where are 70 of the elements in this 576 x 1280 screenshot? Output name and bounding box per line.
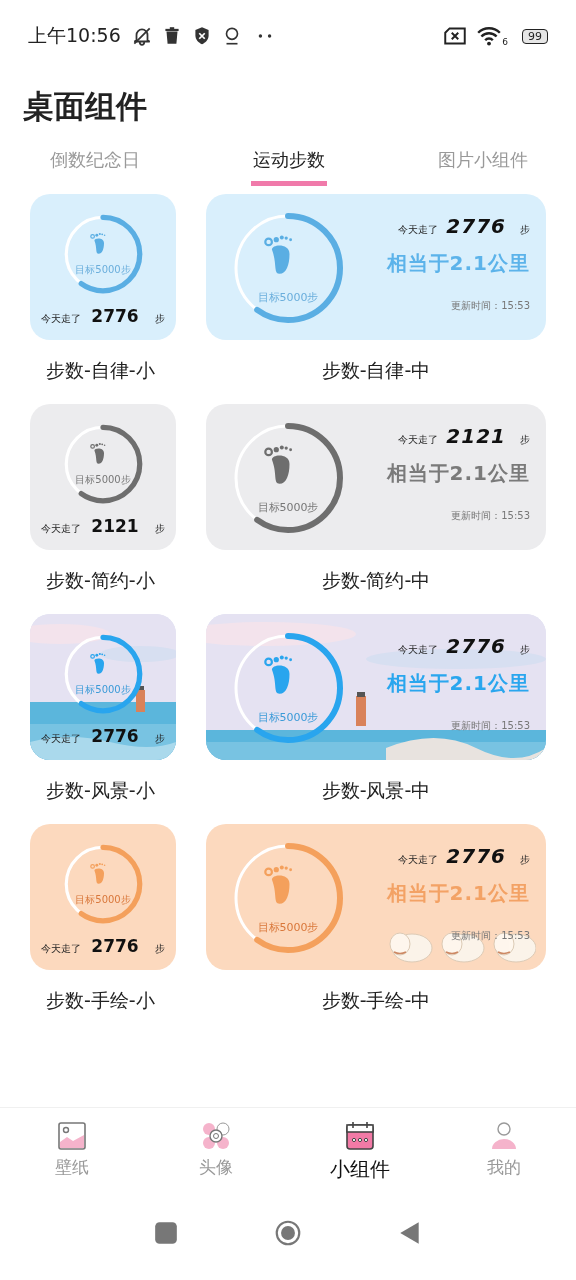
unit-label: 步 xyxy=(154,942,165,956)
goal-text: 目标5000步 xyxy=(74,263,132,277)
update-time: 更新时间：15:53 xyxy=(451,929,530,943)
widget-caption: 步数-简约-中 xyxy=(321,568,431,593)
distance-text: 相当于2.1公里 xyxy=(386,460,530,487)
unit-label: 步 xyxy=(154,522,165,536)
walked-label: 今天走了 xyxy=(398,223,439,237)
more-icon xyxy=(256,32,273,40)
unit-label: 步 xyxy=(154,312,165,326)
step-widget[interactable]: 目标5000步 今天走了 2776 步 相当于2.1公里 更新时间：15:53 xyxy=(206,614,546,760)
widget-caption: 步数-简约-小 xyxy=(46,568,156,593)
goal-text: 目标5000步 xyxy=(74,473,132,487)
step-widget[interactable]: 目标5000步 今天走了 2121 步 相当于2.1公里 更新时间：15:53 xyxy=(206,404,546,550)
nav-tab[interactable]: 小组件 xyxy=(288,1120,432,1220)
recents-button[interactable] xyxy=(153,1220,179,1246)
walked-label: 今天走了 xyxy=(41,522,82,536)
widget-caption: 步数-风景-中 xyxy=(321,778,431,803)
widget-caption: 步数-自律-中 xyxy=(321,358,431,383)
walked-label: 今天走了 xyxy=(398,853,439,867)
unit-label: 步 xyxy=(520,643,530,657)
walked-label: 今天走了 xyxy=(41,732,82,746)
step-count: 2776 xyxy=(446,214,506,238)
step-widget[interactable]: 目标5000步 今天走了 2776 步 相当于2.1公里 更新时间：15:53 xyxy=(206,824,546,970)
walked-label: 今天走了 xyxy=(41,312,82,326)
wifi-icon xyxy=(476,25,503,47)
image-icon xyxy=(56,1120,88,1152)
step-count: 2776 xyxy=(91,306,139,326)
home-button[interactable] xyxy=(275,1220,301,1246)
goal-text: 目标5000步 xyxy=(256,710,320,725)
goal-text: 目标5000步 xyxy=(256,500,320,515)
step-count: 2776 xyxy=(91,936,139,956)
wifi-level-text: 6 xyxy=(502,37,508,47)
widget-caption: 步数-手绘-小 xyxy=(46,988,156,1013)
step-count: 2776 xyxy=(446,844,506,868)
tab[interactable]: 运动步数 xyxy=(251,144,327,186)
battery-indicator: 99 xyxy=(522,28,548,44)
step-widget[interactable]: 目标5000步 今天走了 2776 步 xyxy=(30,824,176,970)
goal-text: 目标5000步 xyxy=(74,683,132,697)
step-count: 2121 xyxy=(446,424,506,448)
no-sim-icon xyxy=(442,25,469,47)
walked-label: 今天走了 xyxy=(398,433,439,447)
step-widget[interactable]: 目标5000步 今天走了 2121 步 xyxy=(30,404,176,550)
walked-label: 今天走了 xyxy=(41,942,82,956)
distance-text: 相当于2.1公里 xyxy=(386,880,530,907)
step-count: 2776 xyxy=(446,634,506,658)
widget-caption: 步数-自律-小 xyxy=(46,358,156,383)
widget-caption: 步数-风景-小 xyxy=(46,778,156,803)
step-count: 2776 xyxy=(91,726,139,746)
goal-text: 目标5000步 xyxy=(256,920,320,935)
page-title: 桌面组件 xyxy=(23,87,148,126)
step-widget[interactable]: 目标5000步 今天走了 2776 步 xyxy=(30,194,176,340)
step-widget[interactable]: 目标5000步 今天走了 2776 步 相当于2.1公里 更新时间：15:53 xyxy=(206,194,546,340)
distance-text: 相当于2.1公里 xyxy=(386,670,530,697)
calendar-icon xyxy=(344,1120,376,1152)
update-time: 更新时间：15:53 xyxy=(451,299,530,313)
walked-label: 今天走了 xyxy=(398,643,439,657)
unit-label: 步 xyxy=(520,433,530,447)
unit-label: 步 xyxy=(520,223,530,237)
step-widget[interactable]: 目标5000步 今天走了 2776 步 xyxy=(30,614,176,760)
goal-text: 目标5000步 xyxy=(256,290,320,305)
update-time: 更新时间：15:53 xyxy=(451,509,530,523)
distance-text: 相当于2.1公里 xyxy=(386,250,530,277)
unit-label: 步 xyxy=(520,853,530,867)
unit-label: 步 xyxy=(154,732,165,746)
goal-text: 目标5000步 xyxy=(74,893,132,907)
widget-caption: 步数-手绘-中 xyxy=(321,988,431,1013)
status-time: 上午10:56 xyxy=(28,23,121,48)
update-time: 更新时间：15:53 xyxy=(451,719,530,733)
flower-icon xyxy=(200,1120,232,1152)
step-count: 2121 xyxy=(91,516,139,536)
